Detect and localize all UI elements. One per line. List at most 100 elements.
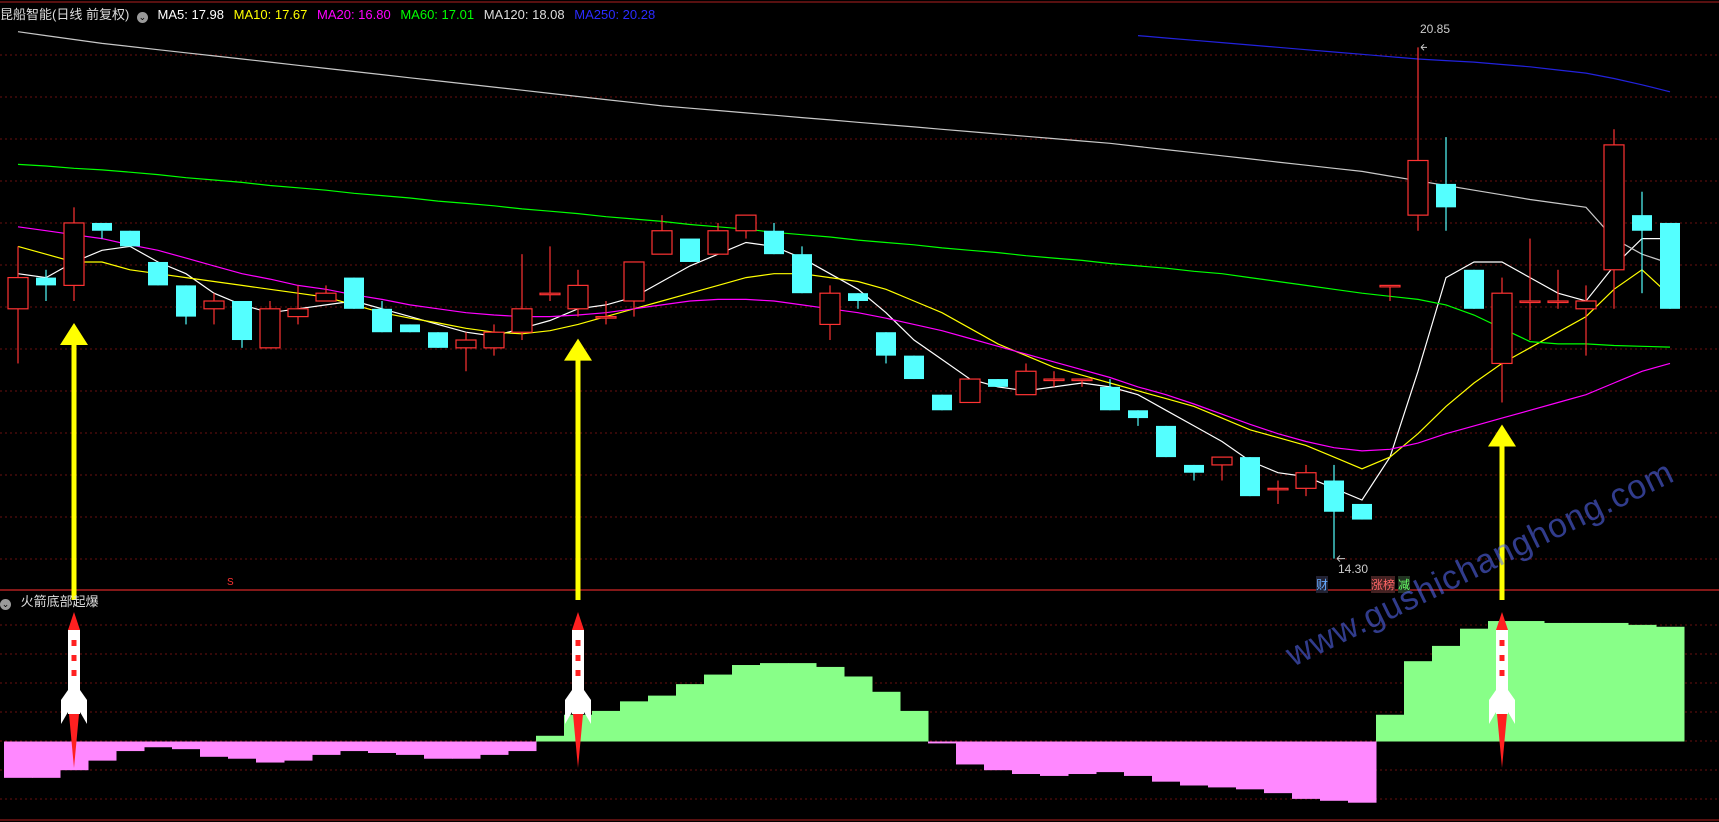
indicator-bar xyxy=(228,741,257,759)
badge-cai[interactable]: 财 xyxy=(1316,576,1329,593)
indicator-bar xyxy=(1516,621,1545,742)
indicator-bar xyxy=(1292,741,1321,799)
candle-body-down xyxy=(1128,410,1148,419)
chart-header: 昆船智能(日线 前复权) ⌄ MA5: 17.98 MA10: 17.67 MA… xyxy=(0,4,661,23)
candle-body-down xyxy=(344,277,364,309)
candle-body-down xyxy=(1100,386,1120,411)
s-marker: S xyxy=(227,577,234,588)
indicator-bar xyxy=(1180,741,1209,786)
candle-body-down xyxy=(680,238,700,262)
rocket-window xyxy=(71,655,77,661)
indicator-bar xyxy=(956,741,985,765)
candle-body-up xyxy=(1379,284,1401,288)
indicator-bar xyxy=(1600,622,1629,742)
candle-body-down xyxy=(1352,503,1372,520)
indicator-bar xyxy=(648,695,677,742)
stock-name[interactable]: 昆船智能(日线 前复权) xyxy=(0,7,129,22)
candle-body-down xyxy=(92,222,112,231)
candle-body-down xyxy=(792,254,812,294)
indicator-bar xyxy=(1348,741,1377,803)
candle-body-up xyxy=(1575,300,1597,310)
candle-body-down xyxy=(372,308,392,333)
indicator-bar xyxy=(788,663,817,742)
candle-body-up xyxy=(1407,159,1429,216)
rocket-window xyxy=(71,640,77,646)
candle-body-up xyxy=(1267,487,1289,491)
indicator-bar xyxy=(424,741,453,759)
candle-body-down xyxy=(1464,269,1484,309)
indicator-name[interactable]: 火箭底部起爆 xyxy=(21,594,99,609)
indicator-bar xyxy=(1040,741,1069,776)
indicator-header: ⌄ 火箭底部起爆 xyxy=(0,591,105,610)
ma5-label: MA5: 17.98 xyxy=(157,7,225,22)
rocket-fin-right xyxy=(80,690,87,724)
indicator-bar xyxy=(4,741,33,778)
candle-body-down xyxy=(848,293,868,301)
candle-body-down xyxy=(1632,215,1652,231)
candle-body-down xyxy=(876,332,896,356)
high-price-label: 20.85 xyxy=(1420,22,1451,36)
rocket-window xyxy=(575,655,581,661)
indicator-bar xyxy=(1124,741,1153,776)
rocket-nose xyxy=(572,612,584,630)
rocket-fin-left xyxy=(61,690,68,724)
candle-body-up xyxy=(259,308,281,349)
candle-body-down xyxy=(904,355,924,380)
ma20-label: MA20: 16.80 xyxy=(317,7,391,22)
candle-body-up xyxy=(1547,300,1569,304)
candle-body-up xyxy=(483,331,505,349)
candle-body-down xyxy=(1240,457,1260,497)
buy-arrow-head xyxy=(564,338,592,361)
low-marker-arrow xyxy=(1336,555,1345,562)
rocket-window xyxy=(575,640,581,646)
indicator-bar xyxy=(1656,626,1685,742)
rocket-tail xyxy=(572,692,584,714)
indicator-bar xyxy=(732,665,761,742)
indicator-bar xyxy=(816,666,845,742)
ma60-label: MA60: 17.01 xyxy=(400,7,475,22)
candle-body-up xyxy=(651,230,673,255)
candle-body-down xyxy=(932,394,952,411)
indicator-bar xyxy=(172,741,201,750)
candle-body-up xyxy=(567,284,589,310)
low-price-label: 14.30 xyxy=(1338,562,1369,576)
rocket-window xyxy=(1499,655,1505,661)
candle-body-up xyxy=(287,308,309,318)
indicator-bar xyxy=(256,741,285,763)
indicator-bar xyxy=(620,701,649,742)
settings-circle-icon[interactable]: ⌄ xyxy=(136,12,148,23)
indicator-bar xyxy=(396,741,425,755)
candle-body-up xyxy=(203,300,225,310)
indicator-bar xyxy=(536,735,565,742)
indicator-bar xyxy=(284,741,313,761)
indicator-bar xyxy=(1264,741,1293,794)
candle-body-up xyxy=(819,292,841,326)
candle-body-up xyxy=(1071,378,1093,382)
ma-line-ma120 xyxy=(17,31,1671,265)
candle-body-up xyxy=(539,292,561,296)
candle-body-down xyxy=(120,230,140,247)
indicator-bar xyxy=(1628,624,1657,742)
indicator-bar xyxy=(1404,661,1433,742)
candle-body-up xyxy=(1015,370,1037,396)
indicator-bar xyxy=(508,741,537,752)
rocket-nose xyxy=(68,612,80,630)
candle-body-down xyxy=(1184,464,1204,473)
indicator-bar xyxy=(1068,741,1097,775)
candle-body-up xyxy=(1043,378,1065,382)
candle-body-up xyxy=(1519,300,1541,304)
indicator-bar xyxy=(1236,741,1265,790)
chart-canvas[interactable] xyxy=(0,0,1719,822)
indicator-bar xyxy=(676,684,705,742)
rocket-tail xyxy=(1496,692,1508,714)
indicator-bar xyxy=(1572,622,1601,742)
indicator-settings-icon[interactable]: ⌄ xyxy=(0,599,11,610)
indicator-bar xyxy=(1012,741,1041,775)
indicator-bar xyxy=(144,741,173,748)
indicator-bar xyxy=(116,741,145,752)
indicator-bar xyxy=(760,663,789,742)
candle-body-down xyxy=(232,301,252,341)
indicator-bar xyxy=(704,674,733,742)
candle-body-up xyxy=(1603,144,1625,271)
rocket-window xyxy=(575,670,581,676)
